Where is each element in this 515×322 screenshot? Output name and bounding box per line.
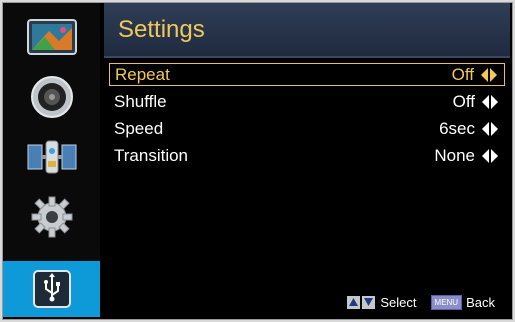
select-hint: Select [380,294,417,310]
setting-label: Shuffle [114,91,167,111]
sidebar-item-setup[interactable] [3,189,100,245]
setting-value: 6sec [439,118,475,138]
sidebar-item-usb[interactable] [3,261,100,317]
sidebar-item-sound[interactable] [3,69,100,125]
footer-hints: Select MENU Back [347,292,495,312]
left-right-arrow-icon[interactable] [481,94,499,110]
back-hint: Back [466,294,495,310]
setting-label: Speed [114,118,164,138]
setting-row-transition[interactable]: Transition None [109,144,505,167]
left-right-arrow-icon[interactable] [481,148,499,164]
menu-header: Settings [104,3,510,56]
left-right-arrow-icon[interactable] [480,67,498,83]
menu-key-icon: MENU [430,294,463,310]
setting-label: Repeat [115,64,170,84]
setting-row-speed[interactable]: Speed 6sec [109,117,505,140]
setting-label: Transition [114,145,189,165]
settings-panel: Repeat Off Shuffle Off Speed 6sec Transi… [104,58,510,317]
setting-value: None [434,145,475,165]
down-arrow-key-icon [362,295,376,309]
up-arrow-key-icon [347,295,361,309]
left-right-arrow-icon[interactable] [481,121,499,137]
sidebar-item-picture[interactable] [3,9,100,65]
page-title: Settings [118,15,205,43]
picture-icon [26,19,77,55]
sound-icon [30,76,73,118]
gear-icon [31,196,72,238]
satellite-icon [27,140,76,174]
setting-row-shuffle[interactable]: Shuffle Off [109,90,505,113]
sidebar [3,3,100,317]
setting-value: Off [451,64,474,84]
setting-value: Off [452,91,475,111]
setting-row-repeat[interactable]: Repeat Off [109,63,505,86]
usb-icon [32,270,71,308]
sidebar-item-channel[interactable] [3,129,100,185]
